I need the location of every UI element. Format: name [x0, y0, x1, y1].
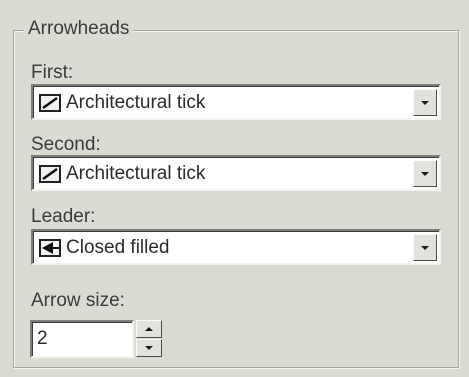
arrow-size-increment-button[interactable] — [136, 320, 162, 338]
first-arrowhead-value: Architectural tick — [66, 92, 206, 113]
first-dropdown-arrow-icon[interactable] — [413, 89, 437, 116]
architectural-tick-icon — [39, 165, 61, 183]
architectural-tick-icon — [39, 94, 61, 112]
second-dropdown-arrow-icon[interactable] — [413, 160, 437, 187]
leader-label: Leader: — [31, 206, 96, 227]
arrowheads-groupbox — [13, 30, 459, 368]
leader-arrowhead-value: Closed filled — [66, 237, 170, 258]
arrow-size-input[interactable]: 2 — [30, 320, 134, 358]
leader-dropdown-arrow-icon[interactable] — [413, 234, 437, 261]
closed-filled-arrow-icon — [39, 239, 61, 257]
arrowheads-panel: Arrowheads First: Architectural tick Sec… — [0, 0, 469, 377]
second-arrowhead-value: Architectural tick — [66, 163, 206, 184]
first-arrowhead-combobox[interactable]: Architectural tick — [31, 84, 441, 120]
leader-arrowhead-combobox[interactable]: Closed filled — [31, 229, 441, 265]
arrow-size-label: Arrow size: — [31, 290, 125, 311]
arrowheads-group-title: Arrowheads — [24, 17, 134, 41]
second-label: Second: — [31, 134, 101, 155]
arrow-size-decrement-button[interactable] — [136, 339, 162, 357]
first-label: First: — [31, 62, 74, 83]
second-arrowhead-combobox[interactable]: Architectural tick — [31, 155, 441, 191]
